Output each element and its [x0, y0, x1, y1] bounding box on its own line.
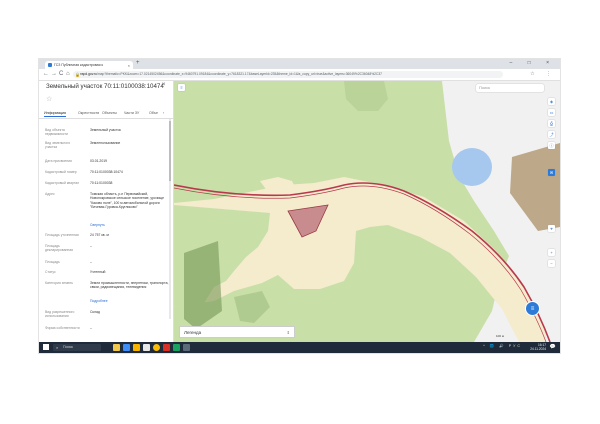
tab-close-icon[interactable]: × [128, 63, 130, 68]
taskbar-search[interactable]: ⌕ Поиск [53, 344, 101, 351]
info-value: Склад [90, 310, 100, 314]
windows-taskbar: ⌕ Поиск ^ 🌐 🔊 РУС 16:17 24.11.2024 💬 [39, 342, 560, 353]
info-label: Площадь уточненная [45, 233, 79, 237]
tab-objects[interactable]: Объекты [102, 111, 117, 115]
url-host: nspd.gov.ru [80, 72, 97, 76]
layers-icon[interactable]: ◈ [548, 98, 555, 105]
tab-surroundings[interactable]: Окрестности [78, 111, 99, 115]
windows-start-icon[interactable] [43, 344, 49, 350]
search-icon: ⌕ [56, 345, 59, 350]
info-value: – [90, 260, 92, 264]
info-value: – [90, 326, 92, 330]
home-button[interactable]: ⌂ [66, 71, 70, 77]
info-label: Вид земельного участка [45, 141, 71, 149]
address-bar-row: ← → C ⌂ 🔒 nspd.gov.ru/map?thematic=PKK&zo… [39, 69, 560, 81]
browser-menu-icons[interactable]: ☆ ⋮ [530, 71, 556, 77]
info-value: Томская область, р-н Первомайский, Новоп… [90, 192, 165, 210]
assistant-icon[interactable]: ✉ [548, 169, 555, 176]
info-value: Земли промышленности, энергетики, трансп… [90, 281, 169, 290]
info-label: Статус [45, 270, 56, 274]
panel-close-icon[interactable]: × [162, 82, 166, 88]
map-scale: 100 м [496, 334, 504, 338]
map-menu-button[interactable]: ≡ [178, 84, 185, 91]
info-label: Вид объекта недвижимости [45, 128, 68, 136]
zoom-out-button[interactable]: − [548, 260, 555, 267]
info-label: Адрес [45, 192, 55, 196]
app-icon[interactable] [183, 344, 190, 351]
explorer-icon[interactable] [133, 344, 140, 351]
back-button[interactable]: ← [43, 71, 49, 77]
print-icon[interactable]: ⎙ [548, 120, 555, 127]
clock-date: 24.11.2024 [530, 347, 546, 352]
info-value: 70:11:0100038:10474 [90, 170, 123, 174]
info-label: Площадь декларированная [45, 244, 73, 252]
map-canvas[interactable] [174, 81, 560, 342]
tabs-next-icon[interactable]: › [163, 111, 164, 115]
tab-info[interactable]: Информация [44, 111, 67, 117]
legend-dropdown[interactable]: Легенда ⇕ [179, 326, 295, 338]
notification-icon[interactable]: 💬 [550, 344, 556, 350]
info-value: – [90, 244, 92, 248]
chevron-updown-icon: ⇕ [286, 330, 290, 335]
lock-icon: 🔒 [75, 72, 80, 77]
tab-parts[interactable]: Части ЗУ [124, 111, 139, 115]
browser-tab-bar: ГСЗ Публичная кадастровая к × + – □ × [39, 59, 560, 69]
info-label: Кадастровый номер [45, 170, 77, 174]
parcel-info-panel: Земельный участок 70:11:0100038:10474 × … [39, 81, 174, 342]
panel-title: Земельный участок 70:11:0100038:10474 [46, 83, 164, 90]
tab-title: ГСЗ Публичная кадастровая к [54, 63, 103, 67]
store-icon[interactable] [143, 344, 150, 351]
info-value: Землепользование [90, 141, 121, 145]
more-link[interactable]: Подробнее [90, 299, 170, 303]
info-value: 03.01.2019 [90, 159, 107, 163]
new-tab-button[interactable]: + [136, 60, 140, 66]
locate-icon[interactable]: ⌖ [548, 225, 555, 232]
info-label: Площадь [45, 260, 60, 264]
map-search-input[interactable]: Поиск [476, 84, 544, 92]
system-tray[interactable]: ^ 🌐 🔊 РУС [483, 344, 522, 348]
info-icon[interactable]: ⓘ [548, 142, 555, 149]
screen: ГСЗ Публичная кадастровая к × + – □ × ← … [39, 59, 560, 353]
info-label: Форма собственности [45, 326, 80, 330]
taskview-icon[interactable] [113, 344, 120, 351]
info-value: 70:11:0100038 [90, 181, 113, 185]
tab-more[interactable]: Объе [149, 111, 158, 115]
edge-icon[interactable] [123, 344, 130, 351]
forward-button[interactable]: → [51, 71, 57, 77]
info-label: Категория земель [45, 281, 74, 285]
app-icon[interactable] [163, 344, 170, 351]
panel-tabs: Информация Окрестности Объекты Части ЗУ … [39, 110, 173, 119]
reload-button[interactable]: C [59, 71, 63, 77]
taskbar-search-label: Поиск [63, 345, 73, 349]
info-label: Вид разрешенного использования [45, 310, 75, 318]
measure-icon[interactable]: ▭ [548, 109, 555, 116]
url-path: /map?thematic=PKK&zoom=17.0214502456&coo… [96, 72, 383, 76]
chrome-icon[interactable] [153, 344, 160, 351]
legend-label: Легенда [184, 330, 202, 335]
info-label: Кадастровый квартал [45, 181, 80, 185]
clock[interactable]: 16:17 24.11.2024 [530, 343, 546, 351]
window-controls[interactable]: – □ × [510, 60, 557, 66]
browser-tab[interactable]: ГСЗ Публичная кадастровая к × [45, 61, 133, 69]
water-body [452, 148, 492, 186]
collapse-link[interactable]: Свернуть [90, 223, 170, 227]
info-value: 24 757 кв. м [90, 233, 109, 237]
info-value: Учтенный [90, 270, 106, 274]
taskbar-apps [113, 344, 190, 351]
tab-favicon-icon [48, 63, 52, 67]
zoom-in-button[interactable]: + [548, 249, 555, 256]
url-field[interactable]: 🔒 nspd.gov.ru/map?thematic=PKK&zoom=17.02… [73, 71, 503, 78]
share-icon[interactable]: ⤴ [548, 131, 555, 138]
cadastral-map[interactable]: ≡ Поиск ◈ ▭ ⎙ ⤴ ⓘ ✉ ⌖ + − ≡ Легенда ⇕ 10… [174, 81, 560, 342]
app-icon[interactable] [173, 344, 180, 351]
favorite-star-icon[interactable]: ☆ [46, 95, 52, 103]
info-value: Земельный участок [90, 128, 121, 132]
chat-icon[interactable]: ≡ [525, 301, 540, 316]
info-label: Дата присвоения [45, 159, 72, 163]
